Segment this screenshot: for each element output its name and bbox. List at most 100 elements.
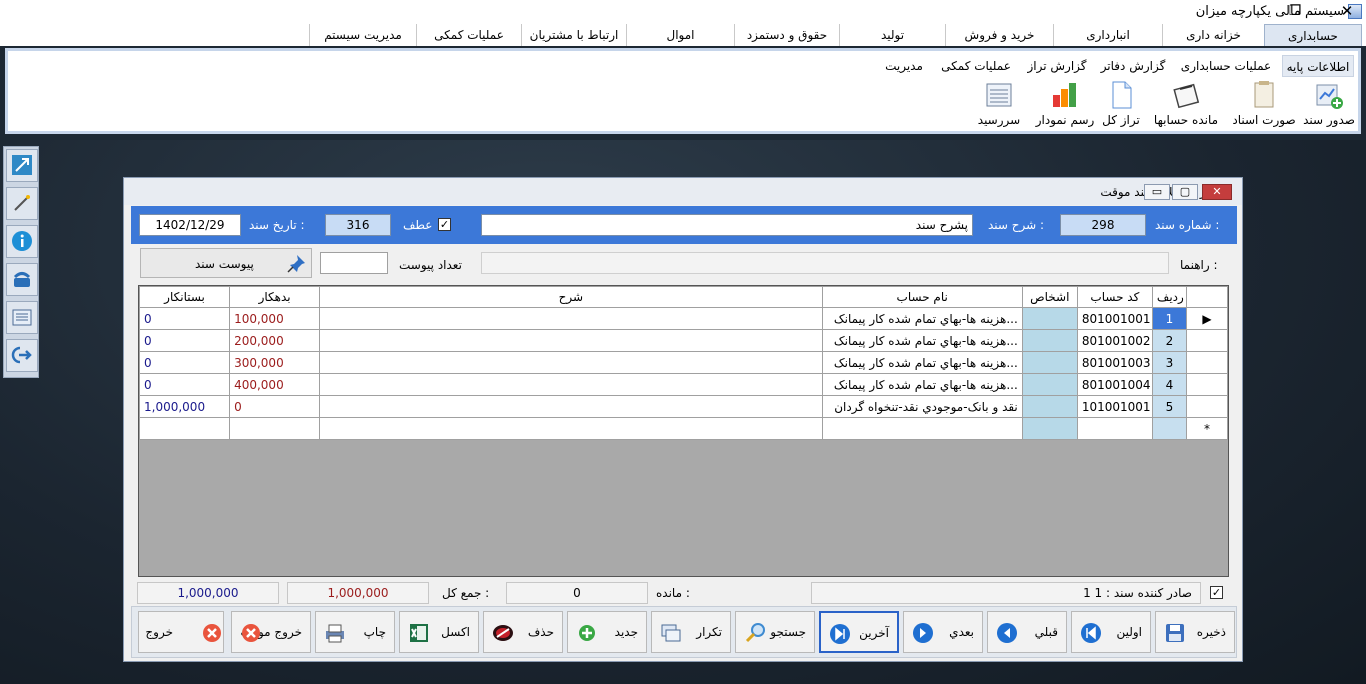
new-row[interactable]: * [139, 417, 1228, 440]
cell-code[interactable]: 801001004 [1076, 373, 1153, 396]
doc-desc-field[interactable]: پشرح سند [481, 214, 973, 236]
cell-debit[interactable]: 300,000 [229, 351, 321, 374]
menu-tab-system[interactable]: مدیریت سیستم [309, 24, 416, 46]
save-button[interactable]: ذخیره [1155, 611, 1235, 653]
ribbon-tab-ledger-reports[interactable]: گزارش دفاتر [1094, 55, 1172, 77]
ribbon-doc-list-button[interactable]: صورت اسناد [1232, 79, 1296, 129]
side-notes-button[interactable] [6, 301, 38, 334]
delete-button[interactable]: حذف [483, 611, 563, 653]
col-desc-header[interactable]: شرح [319, 286, 823, 308]
ribbon-balances-button[interactable]: مانده حسابها [1148, 79, 1224, 129]
cell-debit[interactable]: 400,000 [229, 373, 321, 396]
menu-tab-inventory[interactable]: انبارداری [1053, 24, 1162, 46]
cell-code[interactable]: 801001003 [1076, 351, 1153, 374]
col-debit-header[interactable]: بدهکار [229, 286, 321, 308]
cell-credit[interactable] [139, 417, 231, 440]
cell-code[interactable]: 801001001 [1076, 307, 1153, 330]
table-row[interactable]: 0 300,000 هزینه ها-بهاي تمام شده کار پیم… [139, 351, 1228, 374]
cell-row-number[interactable]: 3 [1151, 351, 1187, 374]
first-record-button[interactable]: اولین [1071, 611, 1151, 653]
menu-tab-sales[interactable]: خرید و فروش [945, 24, 1053, 46]
cell-desc[interactable] [319, 395, 823, 418]
repeat-button[interactable]: تکرار [651, 611, 731, 653]
col-row-header[interactable]: ردیف [1151, 286, 1187, 308]
side-expand-button[interactable] [6, 149, 38, 182]
menu-tab-accounting[interactable]: حسابداری [1264, 24, 1362, 46]
col-credit-header[interactable]: بستانکار [139, 286, 231, 308]
cell-code[interactable]: 101001001 [1076, 395, 1153, 418]
previous-record-button[interactable]: قبلي [987, 611, 1067, 653]
table-row[interactable]: 0 100,000 هزینه ها-بهاي تمام شده کار پیم… [139, 307, 1228, 330]
cell-debit[interactable]: 100,000 [229, 307, 321, 330]
ribbon-due-date-button[interactable]: سررسید [968, 79, 1030, 129]
dialog-minimize-button[interactable]: ▭ [1144, 184, 1170, 200]
ribbon-tab-management[interactable]: مدیریت [878, 55, 930, 77]
cell-account[interactable]: نقد و بانک-موجودي نقد-تنخواه گردان [821, 395, 1023, 418]
attach-count-field[interactable] [320, 252, 388, 274]
cell-person[interactable] [1021, 329, 1078, 352]
exit-button[interactable]: خروج [138, 611, 224, 653]
cell-desc[interactable] [319, 417, 823, 440]
print-button[interactable]: چاپ [315, 611, 395, 653]
ribbon-tab-accounting-ops[interactable]: عملیات حسابداری [1174, 55, 1278, 77]
menu-tab-production[interactable]: تولید [839, 24, 945, 46]
table-row[interactable]: 0 400,000 هزینه ها-بهاي تمام شده کار پیم… [139, 373, 1228, 396]
ribbon-chart-button[interactable]: رسم نمودار [1034, 79, 1096, 129]
menu-tab-aux[interactable]: عملیات کمکی [416, 24, 521, 46]
cell-person[interactable] [1021, 417, 1078, 440]
side-info-button[interactable] [6, 225, 38, 258]
cell-desc[interactable] [319, 373, 823, 396]
cell-debit[interactable] [229, 417, 321, 440]
ribbon-tab-balance-reports[interactable]: گزارش تراز [1022, 55, 1092, 77]
cell-person[interactable] [1021, 307, 1078, 330]
cell-account[interactable]: هزینه ها-بهاي تمام شده کار پیمانک... [821, 307, 1023, 330]
ribbon-tab-base-info[interactable]: اطلاعات پایه [1282, 55, 1354, 77]
last-record-button[interactable]: آخرین [819, 611, 899, 653]
new-button[interactable]: جدید [567, 611, 647, 653]
side-wand-button[interactable] [6, 187, 38, 220]
cell-desc[interactable] [319, 307, 823, 330]
cell-credit[interactable]: 1,000,000 [139, 395, 231, 418]
attach-doc-button[interactable]: پیوست سند [140, 248, 312, 278]
cell-row-number[interactable]: 4 [1151, 373, 1187, 396]
ribbon-tab-aux-ops[interactable]: عملیات کمکی [934, 55, 1018, 77]
cell-credit[interactable]: 0 [139, 351, 231, 374]
cell-credit[interactable]: 0 [139, 329, 231, 352]
close-window-button[interactable]: ✕ [1338, 2, 1356, 20]
cell-code[interactable] [1076, 417, 1153, 440]
cell-debit[interactable]: 0 [229, 395, 321, 418]
issuer-checkbox[interactable]: ✓ [1210, 586, 1223, 599]
next-record-button[interactable]: بعدي [903, 611, 983, 653]
atf-number-field[interactable]: 316 [325, 214, 391, 236]
cell-account[interactable] [821, 417, 1023, 440]
cell-account[interactable]: هزینه ها-بهاي تمام شده کار پیمانک... [821, 351, 1023, 374]
col-person-header[interactable]: اشخاص [1021, 286, 1078, 308]
doc-date-field[interactable]: 1402/12/29 [139, 214, 241, 236]
side-logout-button[interactable] [6, 339, 38, 372]
col-code-header[interactable]: کد حساب [1076, 286, 1153, 308]
excel-button[interactable]: اکسل [399, 611, 479, 653]
cell-debit[interactable]: 200,000 [229, 329, 321, 352]
cell-code[interactable]: 801001002 [1076, 329, 1153, 352]
ribbon-issue-doc-button[interactable]: صدور سند [1300, 79, 1358, 129]
dialog-maximize-button[interactable]: ▢ [1172, 184, 1198, 200]
menu-tab-treasury[interactable]: خزانه داری [1162, 24, 1264, 46]
cell-account[interactable]: هزینه ها-بهاي تمام شده کار پیمانک... [821, 329, 1023, 352]
cell-desc[interactable] [319, 351, 823, 374]
cell-credit[interactable]: 0 [139, 307, 231, 330]
temp-exit-button[interactable]: خروج موقت [231, 611, 311, 653]
cell-person[interactable] [1021, 351, 1078, 374]
cell-credit[interactable]: 0 [139, 373, 231, 396]
cell-account[interactable]: هزینه ها-بهاي تمام شده کار پیمانک... [821, 373, 1023, 396]
menu-tab-crm[interactable]: ارتباط با مشتریان [521, 24, 626, 46]
cell-row-number[interactable]: 1 [1151, 307, 1187, 330]
atf-checkbox[interactable]: ✓ [438, 218, 451, 231]
ribbon-trial-balance-button[interactable]: تراز کل [1098, 79, 1144, 129]
restore-window-button[interactable]: ❐ [1286, 2, 1304, 20]
doc-number-field[interactable]: 298 [1060, 214, 1146, 236]
cell-desc[interactable] [319, 329, 823, 352]
dialog-close-button[interactable]: ✕ [1202, 184, 1232, 200]
cell-row-number[interactable] [1151, 417, 1187, 440]
cell-row-number[interactable]: 2 [1151, 329, 1187, 352]
cell-person[interactable] [1021, 373, 1078, 396]
